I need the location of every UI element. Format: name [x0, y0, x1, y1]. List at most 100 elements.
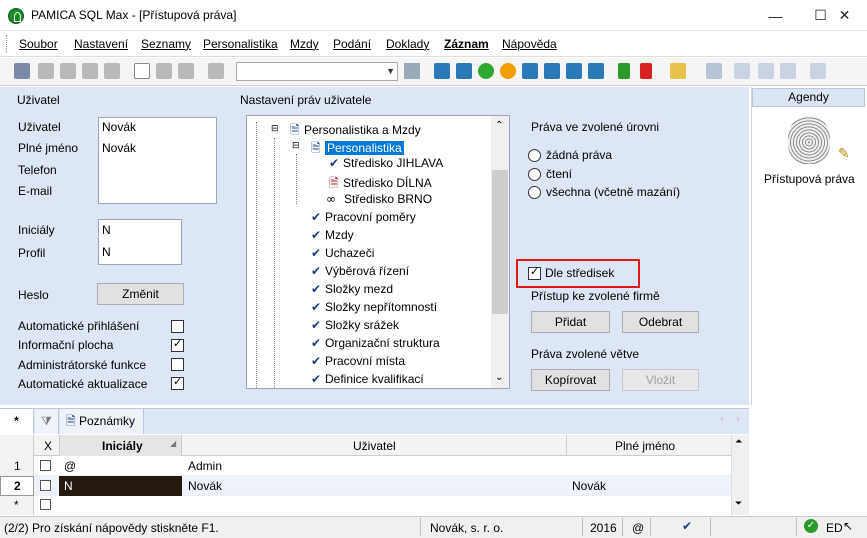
tree-item[interactable]: ✔ Výběrová řízení — [311, 264, 409, 278]
tb-person-up-icon[interactable] — [456, 63, 472, 79]
col-fullname-header[interactable]: Plné jméno — [615, 439, 675, 453]
menu-podani[interactable]: Podání — [333, 37, 371, 51]
change-password-button[interactable]: Změnit — [97, 283, 184, 305]
by-center-label: Dle středisek — [545, 266, 615, 280]
row-user[interactable]: Admin — [188, 459, 222, 473]
menu-mzdy[interactable]: Mzdy — [290, 37, 319, 51]
tb-m-icon[interactable] — [544, 63, 560, 79]
tb-m-red-icon[interactable] — [522, 63, 538, 79]
grid-scroll-top-icon[interactable]: ⏶ — [735, 437, 742, 447]
toolbar-combo[interactable]: ▼ — [236, 62, 398, 81]
admin-functions-checkbox[interactable] — [171, 358, 184, 371]
remove-button[interactable]: Odebrat — [622, 311, 699, 333]
tb-new-icon[interactable] — [134, 63, 150, 79]
tree-item[interactable]: ✔ Uchazeči — [311, 246, 374, 260]
profile-value[interactable]: N — [102, 245, 111, 259]
menu-grip — [6, 35, 8, 53]
tb-folder-icon[interactable] — [670, 63, 686, 79]
scroll-down-icon[interactable]: ⌄ — [495, 372, 503, 383]
tab-all[interactable]: * — [0, 409, 34, 434]
grid-scroll-bottom-icon[interactable]: ⏷ — [735, 499, 742, 509]
col-x-header[interactable]: X — [44, 439, 52, 453]
tb-m-icon[interactable] — [566, 63, 582, 79]
by-center-checkbox[interactable] — [528, 265, 541, 280]
tree-item[interactable]: ✔ Složky nepřítomností — [311, 300, 437, 314]
status-pointer-icon: ↖ — [843, 519, 854, 533]
tb-list-icon[interactable] — [780, 63, 796, 79]
tb-save-icon[interactable] — [156, 63, 172, 79]
tree-line — [274, 138, 275, 388]
row-initials[interactable]: @ — [64, 459, 76, 473]
agenda-item-label[interactable]: Přístupová práva — [764, 172, 855, 186]
copy-button[interactable]: Kopírovat — [531, 369, 610, 391]
initials-value[interactable]: N — [102, 223, 111, 237]
tb-list-icon[interactable] — [758, 63, 774, 79]
menu-zaznam[interactable]: Záznam — [444, 37, 489, 51]
tb-flag-red-icon[interactable] — [640, 63, 652, 79]
row-initials[interactable]: N — [64, 479, 73, 493]
tb-disabled-icon[interactable] — [60, 63, 76, 79]
row-user[interactable]: Novák — [188, 479, 222, 493]
table-row[interactable] — [0, 456, 731, 476]
tb-list-icon[interactable] — [734, 63, 750, 79]
menu-doklady[interactable]: Doklady — [386, 37, 429, 51]
tb-flag-green-icon[interactable] — [618, 63, 630, 79]
row-checkbox[interactable] — [40, 499, 51, 510]
tree-expander[interactable]: ⊟ — [271, 124, 279, 134]
tree-item[interactable]: ∞ Středisko BRNO — [326, 192, 432, 206]
auto-login-checkbox[interactable] — [171, 320, 184, 333]
row-fullname[interactable]: Novák — [572, 479, 606, 493]
tab-notes[interactable]: 🗎 Poznámky — [60, 409, 144, 434]
menu-soubor[interactable]: Soubor — [19, 37, 58, 51]
tab-scroll-right-icon[interactable]: › — [736, 414, 740, 425]
menu-seznamy[interactable]: Seznamy — [141, 37, 191, 51]
info-area-checkbox[interactable] — [171, 337, 184, 352]
tb-filter-icon[interactable] — [404, 63, 420, 79]
menu-nastaveni[interactable]: Nastavení — [74, 37, 128, 51]
tb-m-icon[interactable] — [588, 63, 604, 79]
scroll-up-icon[interactable]: ⌃ — [495, 120, 503, 131]
paste-button[interactable]: Vložit — [622, 369, 699, 391]
tb-disabled-icon[interactable] — [38, 63, 54, 79]
add-button[interactable]: Přidat — [531, 311, 610, 333]
tree-item[interactable]: ✔ Složky mezd — [311, 282, 393, 296]
menu-napoveda[interactable]: Nápověda — [502, 37, 557, 51]
tb-m-icon[interactable] — [434, 63, 450, 79]
fullname-value[interactable]: Novák — [102, 141, 136, 155]
col-user-header[interactable]: Uživatel — [353, 439, 396, 453]
minimize-button[interactable]: — — [753, 0, 798, 31]
radio-no-rights[interactable] — [528, 149, 541, 162]
tb-import-icon[interactable] — [14, 63, 30, 79]
row-checkbox[interactable] — [40, 480, 51, 491]
tb-print-icon[interactable] — [104, 63, 120, 79]
tb-help-icon[interactable] — [810, 63, 826, 79]
tree-item[interactable]: ✔ Pracovní poměry — [311, 210, 416, 224]
tree-item[interactable]: ✔ Složky srážek — [311, 318, 399, 332]
radio-all[interactable] — [528, 186, 541, 199]
tb-copy-icon[interactable] — [208, 63, 224, 79]
row-number: 2 — [14, 479, 21, 493]
menu-personalistika[interactable]: Personalistika — [203, 37, 278, 51]
row-checkbox[interactable] — [40, 460, 51, 471]
user-value[interactable]: Novák — [102, 120, 136, 134]
tree-item[interactable]: ✔ Definice kvalifikací — [311, 372, 424, 386]
auto-updates-checkbox[interactable] — [171, 375, 184, 390]
tb-person-green-icon[interactable] — [478, 63, 494, 79]
radio-read[interactable] — [528, 168, 541, 181]
tab-filter-icon[interactable]: ⧩ — [35, 409, 59, 434]
tb-save-all-icon[interactable] — [178, 63, 194, 79]
tb-person-orange-icon[interactable] — [500, 63, 516, 79]
fingerprint-icon[interactable] — [788, 116, 830, 164]
close-button[interactable]: ✕ — [822, 0, 867, 31]
col-initials-header[interactable]: Iniciály — [102, 439, 143, 453]
tb-calculator-icon[interactable] — [706, 63, 722, 79]
tree-item[interactable]: ✔ Pracovní místa — [311, 354, 405, 368]
tree-item-label: Organizační struktura — [325, 336, 440, 350]
tree-scrollbar-thumb[interactable] — [492, 170, 508, 314]
tree-item[interactable]: ✔ Mzdy — [311, 228, 354, 242]
tb-preview-icon[interactable] — [82, 63, 98, 79]
tree-item[interactable]: ✔ Organizační struktura — [311, 336, 440, 350]
tab-scroll-left-icon[interactable]: ‹ — [720, 414, 724, 425]
tree-item[interactable]: ✔ Středisko JIHLAVA — [329, 156, 443, 170]
tree-expander[interactable]: ⊟ — [292, 141, 300, 151]
